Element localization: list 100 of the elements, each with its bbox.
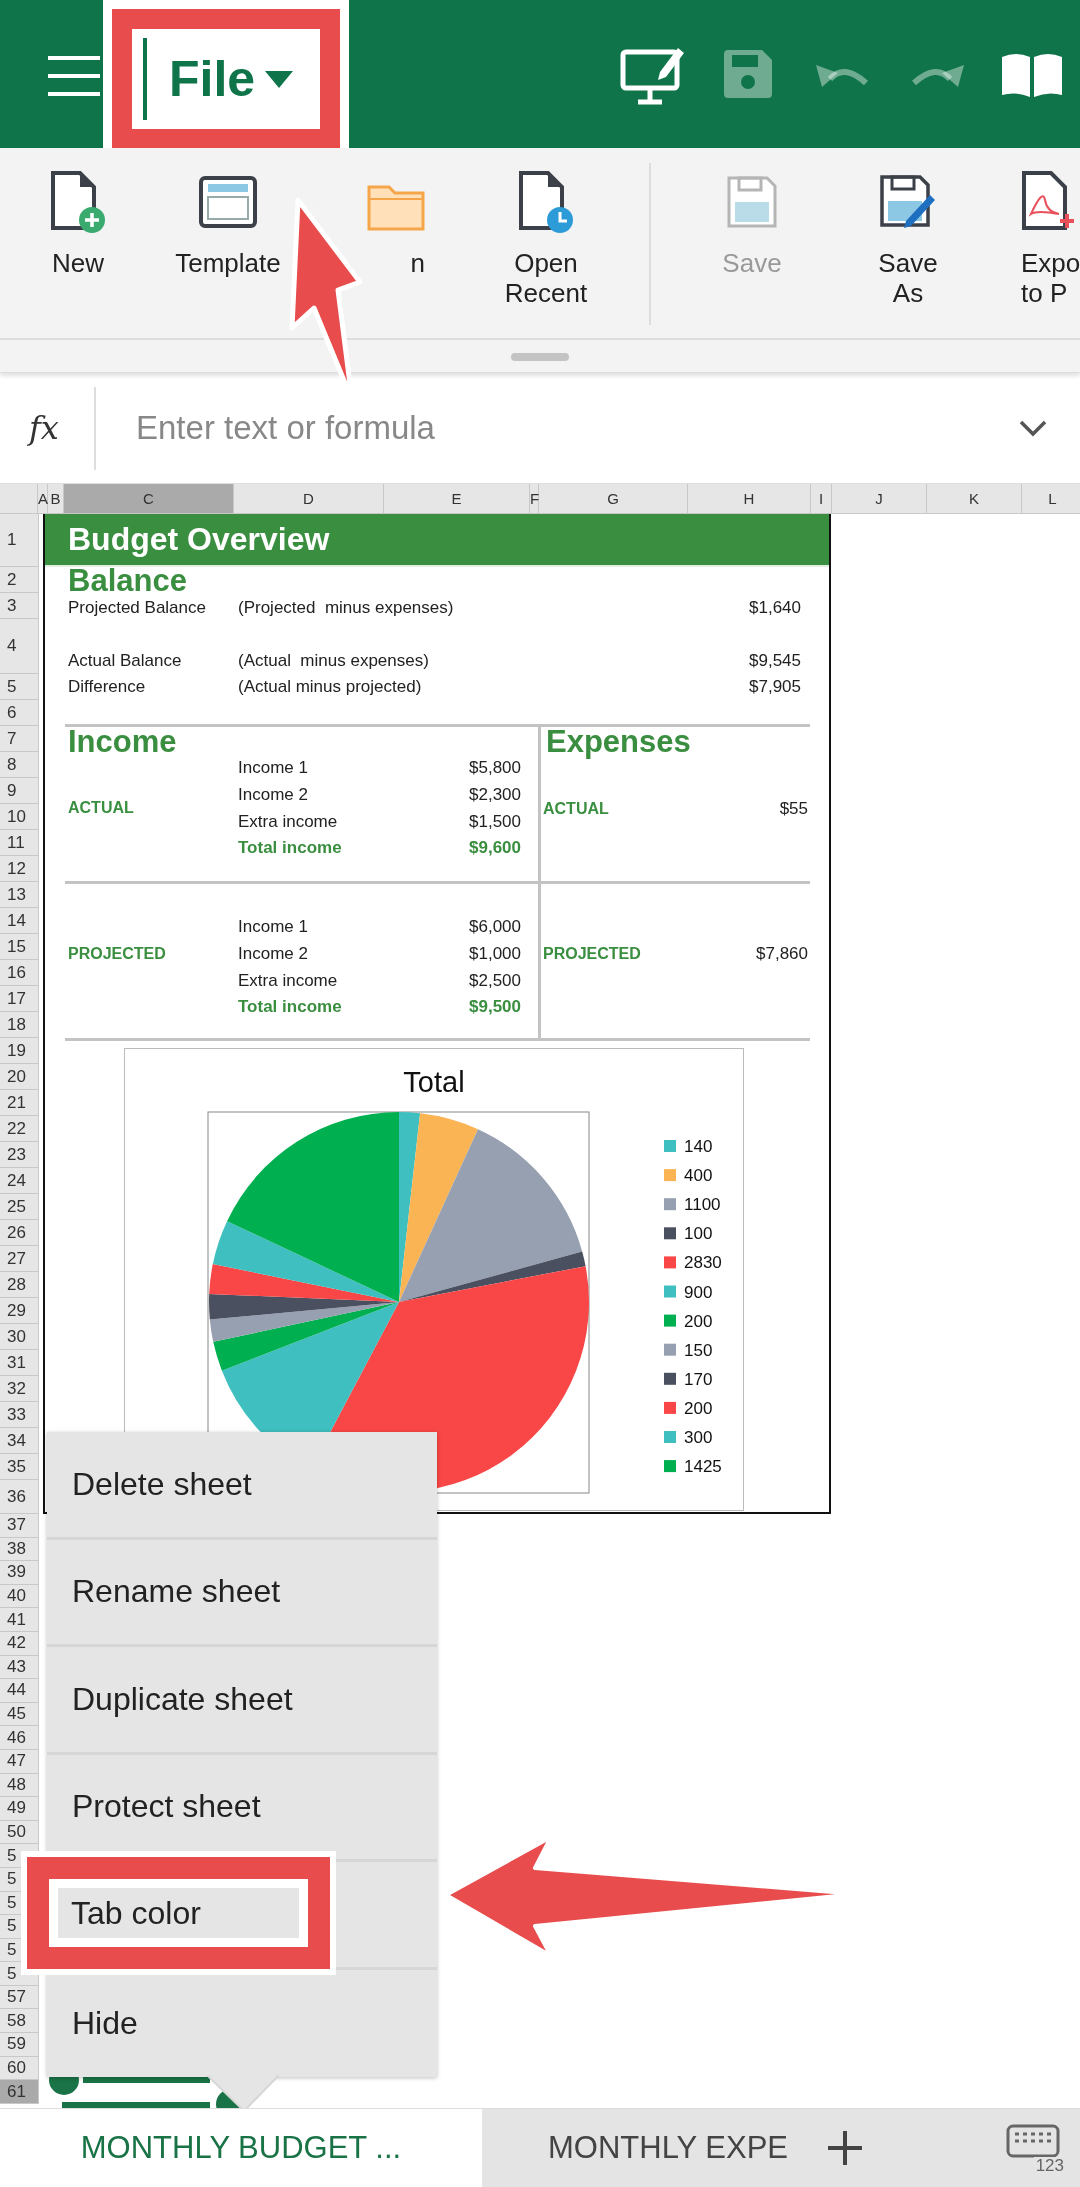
- sheet-tab[interactable]: MONTHLY BUDGET ...: [0, 2109, 482, 2187]
- legend-label: 900: [684, 1282, 713, 1302]
- row-number[interactable]: 27: [7, 1248, 26, 1269]
- menu-icon[interactable]: [48, 55, 100, 97]
- menu-item[interactable]: Rename sheet: [47, 1539, 437, 1644]
- row-number[interactable]: 46: [7, 1727, 26, 1748]
- row-number[interactable]: 38: [7, 1538, 26, 1559]
- row-number[interactable]: 8: [7, 754, 17, 775]
- legend-label: 150: [684, 1340, 713, 1360]
- ribbon-button[interactable]: New: [50, 170, 106, 278]
- row-number[interactable]: 18: [7, 1014, 26, 1035]
- column-header[interactable]: J: [832, 484, 927, 513]
- row-number[interactable]: 50: [7, 1822, 26, 1842]
- row-number[interactable]: 29: [7, 1300, 26, 1321]
- row-number[interactable]: 26: [7, 1222, 26, 1243]
- row-number[interactable]: 17: [7, 988, 26, 1009]
- row-number[interactable]: 5: [7, 1963, 17, 1984]
- column-header[interactable]: G: [539, 484, 688, 513]
- row-number[interactable]: 13: [7, 884, 26, 905]
- row-number[interactable]: 41: [7, 1609, 26, 1630]
- row-number[interactable]: 6: [7, 702, 17, 723]
- row-number[interactable]: 7: [7, 728, 17, 749]
- row-number[interactable]: 5: [7, 1869, 17, 1890]
- row-number[interactable]: 49: [7, 1798, 26, 1819]
- column-header[interactable]: L: [1022, 484, 1080, 513]
- row-number[interactable]: 57: [7, 1987, 26, 2008]
- column-header[interactable]: F: [530, 484, 539, 513]
- row-number[interactable]: 43: [7, 1656, 26, 1677]
- book-icon[interactable]: [1002, 51, 1062, 97]
- row-number[interactable]: 25: [7, 1196, 26, 1217]
- table-cell: $7,905: [749, 677, 801, 697]
- menu-item[interactable]: Delete sheet: [47, 1432, 437, 1537]
- row-number[interactable]: 3: [7, 595, 17, 616]
- row-number[interactable]: 40: [7, 1586, 26, 1607]
- row-number[interactable]: 5: [7, 1940, 17, 1960]
- ribbon-button[interactable]: Open Recent: [504, 170, 588, 308]
- add-icon[interactable]: [828, 2131, 863, 2165]
- row-number[interactable]: 33: [7, 1404, 26, 1425]
- row-number[interactable]: 15: [7, 936, 26, 957]
- row-number[interactable]: 19: [7, 1040, 26, 1061]
- formula-input[interactable]: Enter text or formula: [136, 403, 936, 453]
- menu-item[interactable]: Tab color: [21, 1851, 336, 1976]
- drag-handle[interactable]: [511, 353, 569, 361]
- row-number[interactable]: 2: [7, 569, 17, 590]
- ribbon-button[interactable]: Expo to P: [1021, 170, 1080, 308]
- row-number[interactable]: 23: [7, 1144, 26, 1165]
- row-number[interactable]: 30: [7, 1326, 26, 1347]
- row-number[interactable]: 60: [7, 2057, 26, 2078]
- ribbon-button[interactable]: Template: [175, 170, 281, 278]
- block-label: ACTUAL: [543, 799, 609, 818]
- row-number[interactable]: 31: [7, 1352, 26, 1373]
- row-number[interactable]: 5: [7, 676, 17, 697]
- row-number[interactable]: 35: [7, 1456, 26, 1477]
- column-header[interactable]: E: [384, 484, 530, 513]
- legend-label: 100: [684, 1224, 713, 1244]
- table-cell-text: (Projected minus expenses): [238, 598, 455, 618]
- table-cell: $1,640: [749, 598, 801, 618]
- row-number[interactable]: 16: [7, 962, 26, 983]
- row-number[interactable]: 34: [7, 1430, 26, 1451]
- column-header[interactable]: D: [234, 484, 384, 513]
- table-cell: Extra income: [238, 811, 338, 832]
- row-number[interactable]: 44: [7, 1680, 26, 1701]
- table-cell: $7,860: [756, 944, 808, 965]
- row-number[interactable]: 48: [7, 1774, 26, 1795]
- row-number[interactable]: 58: [7, 2010, 26, 2031]
- row-number[interactable]: 5: [7, 1845, 17, 1866]
- row-number[interactable]: 20: [7, 1066, 26, 1087]
- row-number[interactable]: 28: [7, 1274, 26, 1295]
- column-header[interactable]: H: [688, 484, 811, 513]
- row-number[interactable]: 21: [7, 1092, 26, 1113]
- row-number[interactable]: 45: [7, 1704, 26, 1725]
- row-number[interactable]: 5: [7, 1892, 17, 1913]
- row-number[interactable]: 59: [7, 2034, 26, 2055]
- row-number[interactable]: 39: [7, 1562, 26, 1583]
- row-number[interactable]: 37: [7, 1515, 26, 1536]
- menu-item[interactable]: Protect sheet: [47, 1754, 437, 1859]
- row-number[interactable]: 42: [7, 1633, 26, 1654]
- row-number[interactable]: 47: [7, 1751, 26, 1772]
- legend-label: 1100: [684, 1195, 721, 1215]
- column-header[interactable]: K: [927, 484, 1022, 513]
- legend-label: 300: [684, 1428, 713, 1447]
- row-number[interactable]: 22: [7, 1118, 26, 1139]
- row-number[interactable]: 12: [7, 858, 26, 879]
- row-number[interactable]: 36: [7, 1486, 26, 1507]
- row-number[interactable]: 11: [7, 832, 25, 853]
- chevron-down-icon[interactable]: [1018, 419, 1048, 437]
- ribbon-button[interactable]: Save As: [878, 170, 938, 308]
- row-number[interactable]: 10: [7, 806, 26, 827]
- ribbon-button[interactable]: n: [367, 170, 425, 278]
- row-number[interactable]: 14: [7, 910, 26, 931]
- column-header[interactable]: C: [64, 484, 234, 513]
- column-header[interactable]: I: [811, 484, 832, 513]
- column-header[interactable]: A: [38, 484, 48, 513]
- row-number[interactable]: 24: [7, 1170, 26, 1191]
- row-number[interactable]: 1: [7, 530, 17, 550]
- row-number[interactable]: 4: [7, 636, 17, 656]
- menu-item[interactable]: Duplicate sheet: [47, 1647, 437, 1752]
- row-number[interactable]: 32: [7, 1378, 26, 1399]
- row-number[interactable]: 5: [7, 1916, 17, 1937]
- row-number[interactable]: 9: [7, 780, 17, 801]
